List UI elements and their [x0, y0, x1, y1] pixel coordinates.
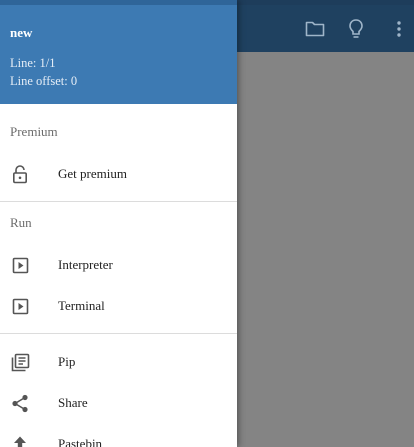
section-run-title: Run — [10, 215, 32, 230]
upload-icon — [10, 434, 30, 447]
play-box-icon — [10, 296, 30, 316]
menu-item-get-premium[interactable]: Get premium — [0, 155, 237, 195]
navigation-drawer: new Line: 1/1 Line offset: 0 Premium Get… — [0, 0, 237, 447]
menu-item-label: Terminal — [58, 298, 105, 313]
section-premium-title: Premium — [10, 124, 58, 139]
file-name: new — [10, 25, 33, 40]
menu-item-label: Pastebin — [58, 436, 103, 447]
menu-item-interpreter[interactable]: Interpreter — [0, 246, 237, 286]
drawer-header: new Line: 1/1 Line offset: 0 — [0, 0, 237, 104]
menu-item-share[interactable]: Share — [0, 384, 237, 424]
line-offset: Line offset: 0 — [10, 74, 78, 88]
menu-item-terminal[interactable]: Terminal — [0, 287, 237, 327]
folder-icon[interactable] — [304, 18, 326, 40]
menu-item-pastebin[interactable]: Pastebin — [0, 425, 237, 447]
divider — [0, 201, 237, 202]
divider — [0, 333, 237, 334]
play-box-icon — [10, 255, 30, 275]
more-vert-icon[interactable] — [388, 18, 410, 40]
menu-item-label: Pip — [58, 354, 76, 369]
lock-open-icon — [10, 164, 30, 184]
screen: new Line: 1/1 Line offset: 0 Premium Get… — [0, 0, 414, 447]
menu-item-label: Share — [58, 395, 88, 410]
menu-item-label: Get premium — [58, 166, 127, 181]
menu-item-label: Interpreter — [58, 257, 113, 272]
line-count: Line: 1/1 — [10, 56, 56, 70]
share-icon — [10, 393, 30, 413]
library-books-icon — [10, 352, 30, 372]
menu-item-pip[interactable]: Pip — [0, 343, 237, 383]
lightbulb-icon[interactable] — [345, 18, 367, 40]
